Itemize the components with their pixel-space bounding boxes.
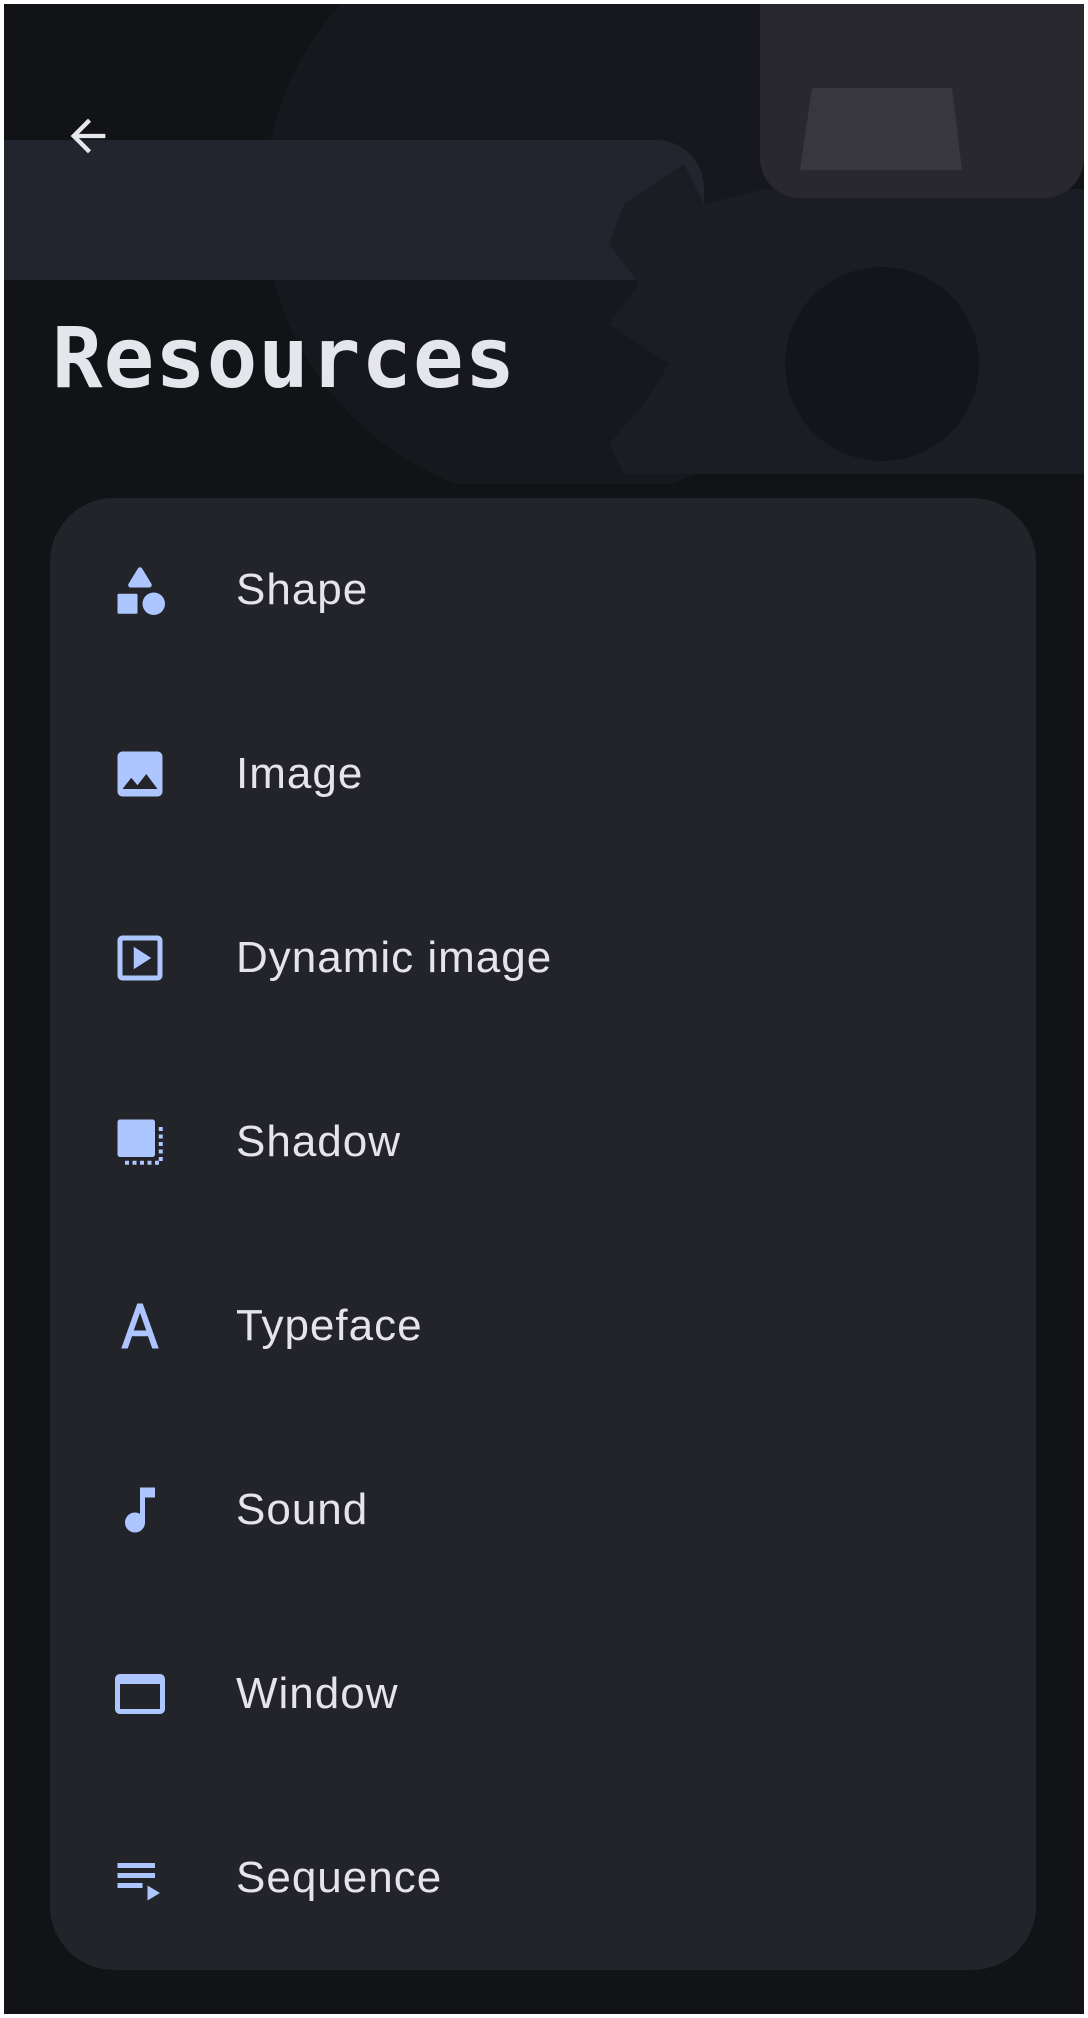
playlist-play-icon: [110, 1848, 170, 1908]
list-item-label: Dynamic image: [236, 933, 553, 982]
list-item-label: Image: [236, 749, 364, 798]
camera-lens-shape: [800, 88, 962, 170]
list-item-label: Sequence: [236, 1853, 443, 1902]
arrow-back-icon: [70, 118, 106, 154]
back-button[interactable]: [46, 94, 130, 178]
list-item-sound[interactable]: Sound: [50, 1418, 1036, 1602]
list-item-shape[interactable]: Shape: [50, 498, 1036, 682]
list-item-dynamic-image[interactable]: Dynamic image: [50, 866, 1036, 1050]
list-item-label: Shadow: [236, 1117, 402, 1166]
header-illustration: [4, 4, 1084, 484]
list-item-shadow[interactable]: Shadow: [50, 1050, 1036, 1234]
list-item-label: Sound: [236, 1485, 369, 1534]
shapes-icon: [110, 560, 170, 620]
image-icon: [110, 744, 170, 804]
list-item-sequence[interactable]: Sequence: [50, 1786, 1036, 1970]
list-item-label: Shape: [236, 565, 369, 614]
gear-hole: [785, 267, 979, 461]
list-item-typeface[interactable]: Typeface: [50, 1234, 1036, 1418]
resources-list: Shape Image Dynamic image Shadow Typefac…: [50, 498, 1036, 1970]
page-title: Resources: [52, 309, 517, 407]
list-item-label: Window: [236, 1669, 399, 1718]
window-icon: [110, 1664, 170, 1724]
camera-body-top: [760, 4, 1084, 44]
list-item-image[interactable]: Image: [50, 682, 1036, 866]
music-note-icon: [110, 1480, 170, 1540]
list-item-label: Typeface: [236, 1301, 423, 1350]
play-box-icon: [110, 928, 170, 988]
shadow-icon: [110, 1112, 170, 1172]
typeface-icon: [110, 1296, 170, 1356]
list-item-window[interactable]: Window: [50, 1602, 1036, 1786]
resources-screen: Resources Shape Image Dynamic image Shad…: [4, 4, 1084, 2014]
